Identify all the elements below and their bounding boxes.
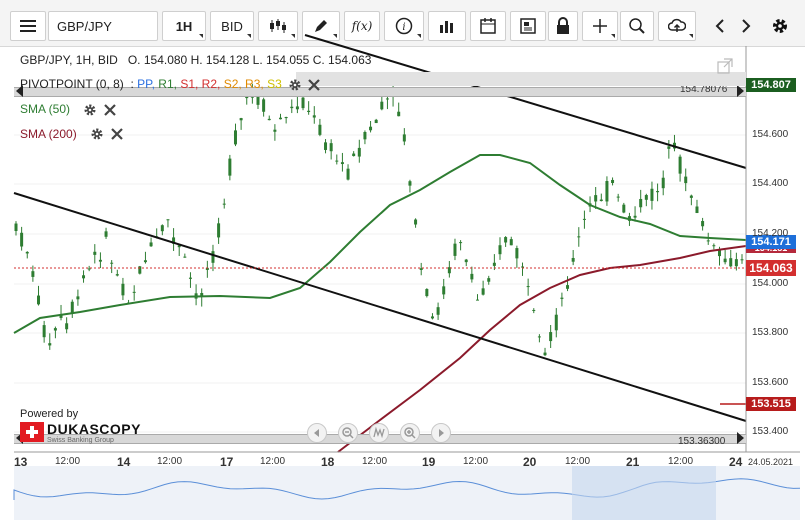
pivot-separator: : [130,77,134,91]
pivot-level-label: R2, [198,77,221,91]
popout-icon[interactable] [716,57,734,75]
triangle-left-icon [314,429,319,437]
current-price-box: 154.063 [746,260,796,276]
x-axis-tick-label: 21 [626,455,640,469]
open-value: O. 154.080 [127,53,188,67]
sma200-label: SMA (200) [20,127,77,141]
sma200-remove-close-icon[interactable] [110,127,124,141]
dukascopy-logo [20,422,44,442]
x-axis-tick-label: 14 [117,455,131,469]
x-axis-tick-label: 12:00 [157,456,183,467]
nav-zoom-in-button[interactable] [400,423,420,443]
x-axis-tick-label: 18 [321,455,335,469]
x-axis-tick-label: 12:00 [668,456,694,467]
pivot-indicator-legend: PIVOTPOINT (0, 8) : PP, R1, S1, R2, S2, … [20,77,282,91]
pivot-indicator-name: PIVOTPOINT (0, 8) [20,77,124,91]
lower-trendline[interactable] [13,192,747,422]
sma50-remove-close-icon[interactable] [103,103,117,117]
nav-back-button[interactable] [307,423,327,443]
nav-forward-button[interactable] [431,423,451,443]
sma200-settings-gear-icon[interactable] [90,127,104,141]
pivot-levels: PP, R1, S1, R2, S2, R3, S3 [137,77,282,91]
zoom-out-icon [342,427,354,439]
sma-200-line [337,245,747,453]
high-value: H. 154.128 [190,53,250,67]
x-axis-tick-label: 12:00 [463,456,489,467]
x-axis-tick-label: 13 [14,455,28,469]
pivot-header-band [296,72,746,86]
x-axis-tick-label: 12:00 [55,456,81,467]
sma200-legend: SMA (200) [20,127,77,141]
low-value: L. 154.055 [252,53,310,67]
sma50-settings-gear-icon[interactable] [83,103,97,117]
y-axis-tick-label: 154.200 [752,228,789,239]
sma50-label: SMA (50) [20,102,71,116]
x-axis-tick-label: 19 [422,455,436,469]
dukascopy-tagline: Swiss Banking Group [47,437,114,444]
zoom-in-icon [404,427,416,439]
y-axis-tick-label: 154.000 [752,278,789,289]
fit-icon [373,426,385,439]
powered-by-label: Powered by [20,408,79,420]
triangle-right-icon [439,429,444,437]
bottom-level-arrow-right-icon [737,432,744,444]
y-axis-tick-label: 154.400 [752,178,789,189]
dukascopy-name: DUKASCOPY [47,421,141,437]
pivot-level-label: S3 [263,77,282,91]
pivot-level-label: R1, [154,77,177,91]
y-axis-tick-label: 153.600 [752,377,789,388]
pivot-level-label: R3, [241,77,264,91]
sma50-legend: SMA (50) [20,102,70,116]
y-axis-tick-label: 153.800 [752,327,789,338]
top-level-arrow-right-icon [737,85,744,97]
bottom-level-label: 153.36300 [678,436,726,447]
low-price-box: 153.515 [746,397,796,411]
x-axis-tick-label: 24.05.2021 [748,457,794,467]
y-axis-tick-label: 153.400 [752,426,789,437]
nav-zoom-out-button[interactable] [338,423,358,443]
pivot-level-label: S1, [176,77,199,91]
close-value: C. 154.063 [312,53,372,67]
x-axis-tick-label: 12:00 [565,456,591,467]
pivot-remove-close-icon[interactable] [307,78,321,92]
x-axis-tick-label: 24 [729,455,743,469]
x-axis-tick-label: 20 [523,455,537,469]
x-axis-tick-label: 17 [220,455,234,469]
top-price-box: 154.807 [746,78,796,92]
instrument-label: GBP/JPY, 1H, BID [20,53,118,67]
ohlc-header: GBP/JPY, 1H, BID O. 154.080 H. 154.128 L… [20,53,371,67]
y-axis-tick-label: 154.600 [752,129,789,140]
pivot-level-label: PP, [137,77,155,91]
x-axis-tick-label: 12:00 [362,456,388,467]
x-axis-tick-label: 12:00 [260,456,286,467]
nav-fit-button[interactable] [369,423,389,443]
navigator-selection[interactable] [572,466,716,520]
pivot-settings-gear-icon[interactable] [288,78,302,92]
pivot-level-label: S2, [220,77,242,91]
